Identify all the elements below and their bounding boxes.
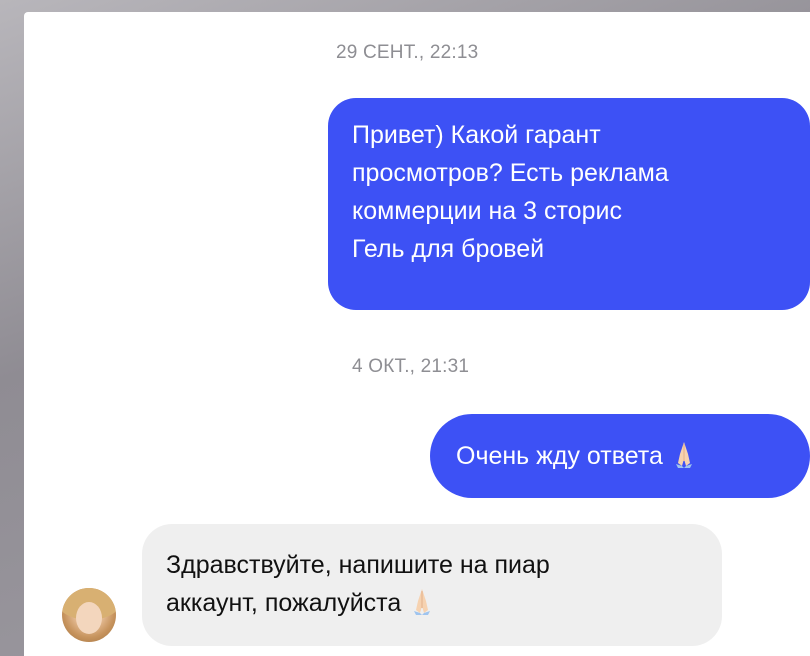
folded-hands-icon bbox=[669, 439, 699, 469]
message-line: просмотров? Есть реклама bbox=[352, 159, 669, 187]
message-line-wrap: аккаунт, пожалуйста bbox=[166, 584, 698, 622]
avatar-face bbox=[76, 602, 102, 634]
message-line: Гель для бровей bbox=[352, 235, 545, 263]
chat-thread: 29 СЕНТ., 22:13 Привет) Какой гарант про… bbox=[24, 12, 810, 656]
folded-hands-icon bbox=[407, 586, 437, 616]
message-text: Очень жду ответа bbox=[456, 442, 663, 470]
message-line: аккаунт, пожалуйста bbox=[166, 589, 402, 617]
message-line: Привет) Какой гарант bbox=[352, 121, 601, 149]
timestamp: 29 СЕНТ., 22:13 bbox=[336, 42, 479, 63]
incoming-message[interactable]: Здравствуйте, напишите на пиар аккаунт, … bbox=[142, 524, 722, 646]
avatar[interactable] bbox=[62, 588, 116, 642]
timestamp: 4 ОКТ., 21:31 bbox=[352, 356, 470, 377]
message-line: коммерции на 3 сторис bbox=[352, 197, 622, 225]
outgoing-message[interactable]: Очень жду ответа bbox=[430, 414, 810, 498]
message-line: Здравствуйте, напишите на пиар bbox=[166, 551, 550, 579]
outgoing-message[interactable]: Привет) Какой гарант просмотров? Есть ре… bbox=[328, 98, 810, 310]
